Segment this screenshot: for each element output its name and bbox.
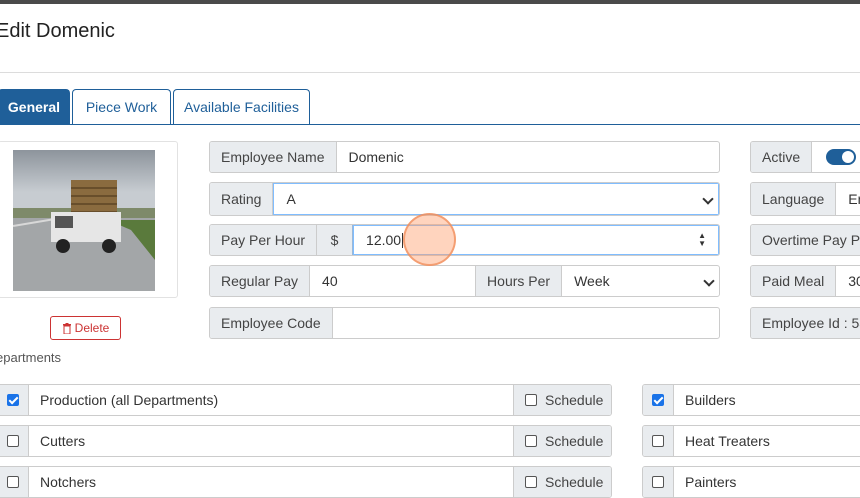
regular-pay-label: Regular Pay (210, 266, 311, 296)
department-name: Notchers (40, 474, 97, 490)
active-toggle[interactable] (826, 149, 857, 165)
tab-piece-work-label: Piece Work (85, 99, 158, 115)
rating-label: Rating (210, 183, 274, 215)
schedule-checkbox[interactable] (525, 476, 537, 488)
tab-general[interactable]: General (0, 89, 70, 124)
active-toggle-cell (812, 142, 860, 172)
paid-meal-input[interactable]: 30 (836, 266, 860, 296)
active-group: Active (750, 141, 860, 173)
regular-pay-group: Regular Pay 40 Hours Per Week (209, 265, 720, 297)
department-checkbox-cell (643, 467, 674, 497)
page-title: Edit Domenic (0, 20, 115, 42)
overtime-label: Overtime Pay Pe (751, 225, 860, 255)
department-name: Painters (685, 474, 737, 490)
hours-per-label: Hours Per (476, 266, 563, 296)
employee-code-label: Employee Code (210, 308, 333, 338)
department-checkbox[interactable] (652, 435, 664, 447)
regular-pay-input[interactable]: 40 (310, 266, 477, 296)
employee-name-label: Employee Name (210, 142, 337, 172)
employee-id-group: Employee Id : 53 (750, 307, 860, 339)
schedule-cell: Schedule (513, 467, 611, 497)
department-name: Builders (685, 392, 736, 408)
schedule-checkbox[interactable] (525, 435, 537, 447)
department-checkbox-cell (0, 467, 29, 497)
department-row: Production (all Departments) Schedule (0, 384, 612, 416)
tab-available-facilities[interactable]: Available Facilities (173, 89, 310, 124)
department-checkbox-cell (643, 385, 674, 415)
department-checkbox-cell (643, 426, 674, 456)
schedule-label: Schedule (545, 474, 604, 490)
pay-per-hour-group: Pay Per Hour $ 12.00 ▲ ▼ (209, 224, 720, 256)
tab-available-facilities-label: Available Facilities (184, 99, 299, 115)
pay-per-hour-label: Pay Per Hour (210, 225, 318, 255)
rating-select[interactable]: A (273, 183, 719, 215)
department-row: Painters (642, 466, 860, 498)
employee-code-input[interactable] (333, 308, 719, 338)
overtime-group: Overtime Pay Pe (750, 224, 860, 256)
paid-meal-label: Paid Meal (751, 266, 837, 296)
department-name: Heat Treaters (685, 433, 770, 449)
department-checkbox[interactable] (7, 394, 19, 406)
rating-group: Rating A (209, 182, 720, 216)
department-checkbox-cell (0, 385, 29, 415)
active-label: Active (751, 142, 813, 172)
header-divider (0, 72, 860, 73)
department-row: Notchers Schedule (0, 466, 612, 498)
schedule-cell: Schedule (513, 385, 611, 415)
department-checkbox[interactable] (7, 476, 19, 488)
schedule-checkbox[interactable] (525, 394, 537, 406)
employee-name-input[interactable]: Domenic (337, 142, 720, 172)
department-name: Production (all Departments) (40, 392, 219, 408)
department-checkbox-cell (0, 426, 29, 456)
department-checkbox[interactable] (652, 476, 664, 488)
employee-code-group: Employee Code (209, 307, 720, 339)
employee-name-group: Employee Name Domenic (209, 141, 720, 173)
department-checkbox[interactable] (652, 394, 664, 406)
department-name: Cutters (40, 433, 86, 449)
paid-meal-group: Paid Meal 30 (750, 265, 860, 297)
currency-symbol: $ (317, 225, 354, 255)
employee-photo[interactable] (13, 150, 155, 291)
number-spinner-icon[interactable]: ▲ ▼ (698, 232, 706, 248)
trash-icon (62, 322, 71, 334)
period-select[interactable]: Week (562, 266, 719, 296)
departments-heading: epartments (0, 350, 62, 365)
language-label: Language (751, 183, 837, 215)
tab-general-label: General (7, 99, 61, 115)
delete-label: Delete (74, 321, 110, 335)
department-row: Builders (642, 384, 860, 416)
window-top-bar (0, 0, 860, 4)
department-checkbox[interactable] (7, 435, 19, 447)
delete-photo-button[interactable]: Delete (50, 316, 121, 340)
tabs-underline (0, 124, 860, 125)
tab-piece-work[interactable]: Piece Work (72, 89, 171, 124)
department-row: Heat Treaters (642, 425, 860, 457)
schedule-label: Schedule (545, 433, 604, 449)
schedule-cell: Schedule (513, 426, 611, 456)
pay-per-hour-value: 12.00 (366, 232, 402, 248)
language-group: Language En (750, 182, 860, 216)
employee-id-label: Employee Id : 53 (751, 308, 860, 338)
click-highlight (403, 213, 456, 266)
language-select[interactable]: En (836, 183, 860, 215)
schedule-label: Schedule (545, 392, 604, 408)
department-row: Cutters Schedule (0, 425, 612, 457)
employee-photo-card (0, 141, 178, 298)
